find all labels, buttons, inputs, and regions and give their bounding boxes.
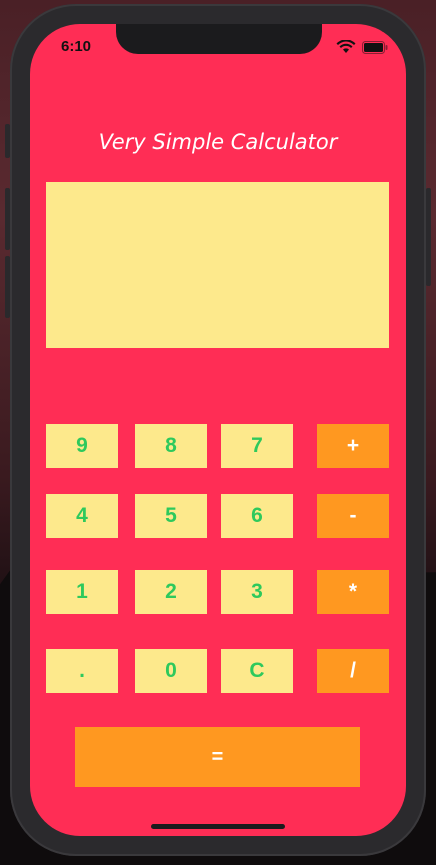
key-clear[interactable]: C: [221, 649, 293, 693]
key-2[interactable]: 2: [135, 570, 207, 614]
battery-icon: [362, 40, 388, 54]
equals-button[interactable]: =: [75, 727, 360, 787]
app-screen: 6:10 Very Simple Calculator 9 8 7 + 4 5 …: [30, 24, 406, 836]
status-time: 6:10: [61, 38, 92, 55]
key-plus[interactable]: +: [317, 424, 389, 468]
mute-switch: [5, 124, 10, 158]
key-0[interactable]: 0: [135, 649, 207, 693]
wifi-icon: [336, 40, 356, 53]
key-6[interactable]: 6: [221, 494, 293, 538]
key-multiply[interactable]: *: [317, 570, 389, 614]
volume-up-button: [5, 188, 10, 250]
calculator-display: [46, 182, 389, 348]
app-title: Very Simple Calculator: [98, 130, 338, 154]
key-4[interactable]: 4: [46, 494, 118, 538]
key-divide[interactable]: /: [317, 649, 389, 693]
key-1[interactable]: 1: [46, 570, 118, 614]
power-button: [426, 188, 431, 286]
status-icons: [336, 40, 388, 54]
volume-down-button: [5, 256, 10, 318]
key-5[interactable]: 5: [135, 494, 207, 538]
key-decimal[interactable]: .: [46, 649, 118, 693]
key-7[interactable]: 7: [221, 424, 293, 468]
key-minus[interactable]: -: [317, 494, 389, 538]
key-9[interactable]: 9: [46, 424, 118, 468]
home-indicator[interactable]: [151, 824, 285, 829]
key-3[interactable]: 3: [221, 570, 293, 614]
key-8[interactable]: 8: [135, 424, 207, 468]
notch: [116, 24, 322, 54]
